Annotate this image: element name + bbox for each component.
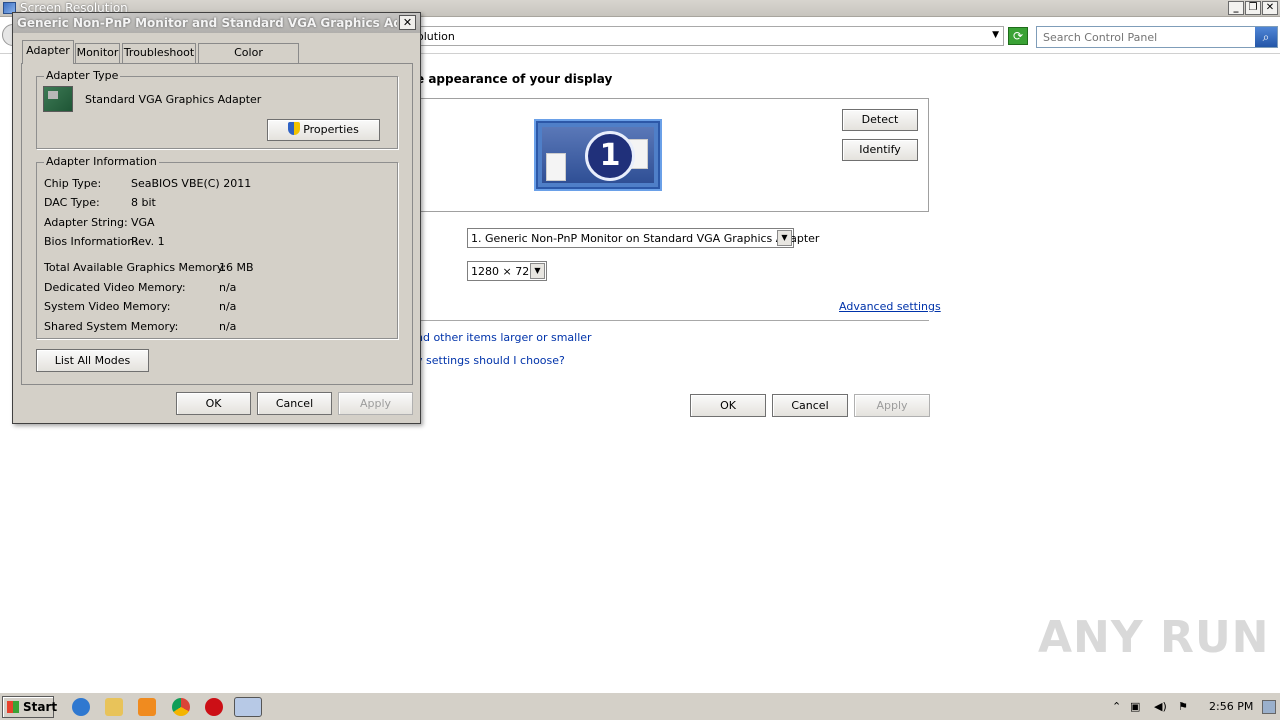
adapter-string-label: Adapter String: xyxy=(44,216,128,229)
anyrun-watermark: ANY RUN xyxy=(1038,612,1270,663)
dedicated-memory-label: Dedicated Video Memory: xyxy=(44,281,186,294)
ok-button[interactable]: OK xyxy=(690,394,766,417)
dialog-apply-button[interactable]: Apply xyxy=(338,392,413,415)
chip-type-label: Chip Type: xyxy=(44,177,102,190)
adapter-info-group: Adapter Information Chip Type: SeaBIOS V… xyxy=(36,155,398,339)
properties-button[interactable]: Properties xyxy=(267,119,380,141)
chrome-icon[interactable] xyxy=(172,698,190,716)
display-select-value: 1. Generic Non-PnP Monitor on Standard V… xyxy=(471,232,820,245)
system-memory-label: System Video Memory: xyxy=(44,300,171,313)
tab-color-management[interactable]: Color Management xyxy=(198,43,299,77)
search-input[interactable] xyxy=(1037,27,1257,47)
address-text: olution xyxy=(417,30,455,43)
show-desktop-button[interactable] xyxy=(1262,700,1276,714)
dac-type-label: DAC Type: xyxy=(44,196,100,209)
adapter-tab-panel: Adapter Type Standard VGA Graphics Adapt… xyxy=(21,63,413,385)
properties-label: Properties xyxy=(303,123,359,136)
show-hidden-icons-icon[interactable]: ⌃ xyxy=(1112,700,1121,713)
which-settings-link[interactable]: v settings should I choose? xyxy=(416,354,565,367)
detect-button[interactable]: Detect xyxy=(842,109,918,131)
total-memory-label: Total Available Graphics Memory: xyxy=(44,261,227,274)
start-button[interactable]: Start xyxy=(2,696,58,718)
dialog-cancel-button[interactable]: Cancel xyxy=(257,392,332,415)
dedicated-memory-value: n/a xyxy=(219,281,237,294)
display-select[interactable]: 1. Generic Non-PnP Monitor on Standard V… xyxy=(467,228,819,248)
close-button[interactable]: ✕ xyxy=(1262,1,1278,15)
internet-explorer-icon[interactable] xyxy=(72,698,90,716)
document-icon xyxy=(546,153,566,181)
shield-icon xyxy=(288,122,301,135)
control-panel-task-icon[interactable] xyxy=(234,697,262,717)
tab-monitor[interactable]: Monitor xyxy=(75,43,120,63)
adapter-type-legend: Adapter Type xyxy=(44,69,121,82)
identify-button[interactable]: Identify xyxy=(842,139,918,161)
address-bar[interactable]: olution ▼ xyxy=(410,26,1004,46)
shared-memory-value: n/a xyxy=(219,320,237,333)
action-center-flag-icon[interactable]: ⚑ xyxy=(1178,700,1188,713)
minimize-button[interactable]: _ xyxy=(1228,1,1244,15)
adapter-string-value: VGA xyxy=(131,216,155,229)
chevron-down-icon[interactable]: ▼ xyxy=(777,230,792,246)
windows-logo-icon xyxy=(7,701,19,713)
search-icon[interactable]: ⌕ xyxy=(1255,27,1277,47)
clock-time[interactable]: 2:56 PM xyxy=(1209,700,1253,713)
network-icon[interactable]: ▣ xyxy=(1130,700,1140,713)
cancel-button[interactable]: Cancel xyxy=(772,394,848,417)
page-heading: e appearance of your display xyxy=(416,72,613,86)
bios-info-value: Rev. 1 xyxy=(131,235,165,248)
close-icon[interactable]: ✕ xyxy=(399,15,416,30)
resolution-select-value: 1280 × 720 xyxy=(471,265,537,278)
resolution-select[interactable]: 1280 × 720 ▼ xyxy=(467,261,547,281)
dialog-title-bar: Generic Non-PnP Monitor and Standard VGA… xyxy=(13,13,420,33)
chip-type-value: SeaBIOS VBE(C) 2011 xyxy=(131,177,252,190)
chevron-down-icon[interactable]: ▼ xyxy=(530,263,545,279)
graphics-card-icon xyxy=(43,86,73,112)
search-box: ⌕ xyxy=(1036,26,1278,48)
tab-adapter[interactable]: Adapter xyxy=(22,40,74,64)
adapter-info-legend: Adapter Information xyxy=(44,155,159,168)
list-all-modes-button[interactable]: List All Modes xyxy=(36,349,149,372)
refresh-button[interactable]: ⟳ xyxy=(1008,27,1028,45)
adapter-type-group: Adapter Type Standard VGA Graphics Adapt… xyxy=(36,69,398,149)
dac-type-value: 8 bit xyxy=(131,196,156,209)
shared-memory-label: Shared System Memory: xyxy=(44,320,179,333)
divider xyxy=(416,320,929,321)
opera-icon[interactable] xyxy=(205,698,223,716)
dialog-ok-button[interactable]: OK xyxy=(176,392,251,415)
adapter-properties-dialog: Generic Non-PnP Monitor and Standard VGA… xyxy=(12,12,421,424)
chevron-down-icon[interactable]: ▼ xyxy=(992,30,999,40)
monitor-screen: 1 xyxy=(542,127,654,183)
advanced-settings-link[interactable]: Advanced settings xyxy=(839,300,941,313)
media-player-icon[interactable] xyxy=(138,698,156,716)
start-label: Start xyxy=(23,700,58,714)
total-memory-value: 16 MB xyxy=(219,261,254,274)
monitor-1-preview[interactable]: 1 xyxy=(534,119,662,191)
system-memory-value: n/a xyxy=(219,300,237,313)
file-explorer-icon[interactable] xyxy=(105,698,123,716)
dialog-title: Generic Non-PnP Monitor and Standard VGA… xyxy=(17,16,397,30)
apply-button[interactable]: Apply xyxy=(854,394,930,417)
make-text-larger-link[interactable]: nd other items larger or smaller xyxy=(416,331,592,344)
adapter-name: Standard VGA Graphics Adapter xyxy=(85,93,262,106)
restore-button[interactable]: ❐ xyxy=(1245,1,1261,15)
taskbar: Start ⌃ ▣ ◀) ⚑ 2:56 PM xyxy=(0,692,1280,720)
monitor-number: 1 xyxy=(585,131,635,181)
volume-icon[interactable]: ◀) xyxy=(1154,700,1167,713)
tab-troubleshoot[interactable]: Troubleshoot xyxy=(122,43,196,63)
bios-info-label: Bios Information: xyxy=(44,235,138,248)
